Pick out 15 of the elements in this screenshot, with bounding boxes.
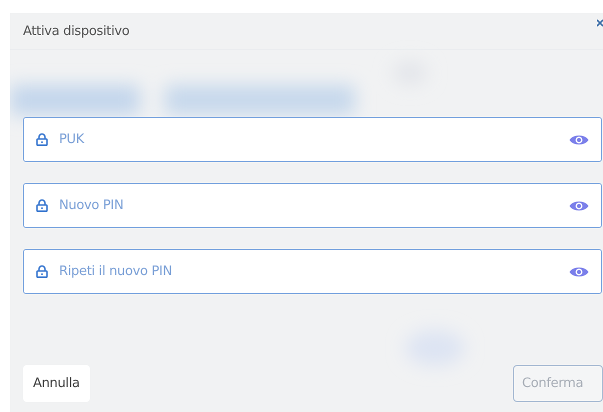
eye-icon[interactable] [569, 266, 589, 278]
eye-icon[interactable] [569, 200, 589, 212]
cancel-button[interactable]: Annulla [23, 365, 90, 402]
dialog-title: Attiva dispositivo [23, 24, 130, 38]
input-field[interactable]: Nuovo PIN [57, 197, 569, 214]
password-field[interactable]: PUK [23, 117, 602, 162]
password-field[interactable]: Nuovo PIN [23, 183, 602, 228]
lock-icon [36, 265, 48, 278]
lock-icon [36, 199, 48, 212]
password-field[interactable]: Ripeti il nuovo PIN [23, 249, 602, 294]
input-field[interactable]: PUK [57, 131, 569, 148]
eye-icon[interactable] [569, 134, 589, 146]
close-icon[interactable] [597, 19, 603, 29]
input-field[interactable]: Ripeti il nuovo PIN [57, 263, 569, 280]
lock-icon [36, 133, 48, 146]
